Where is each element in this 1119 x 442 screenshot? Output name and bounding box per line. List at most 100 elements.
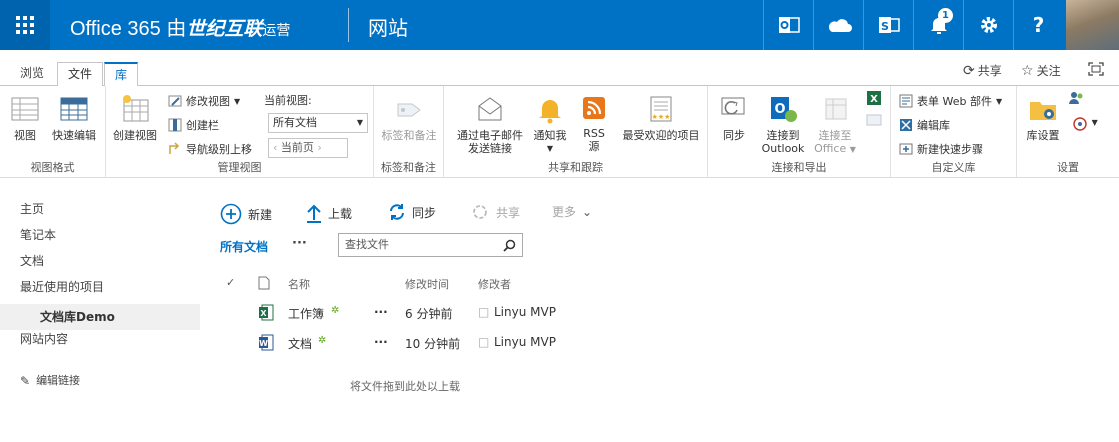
more-command[interactable]: 更多 ⌄ [552,203,592,220]
quick-edit-icon [60,97,88,121]
presence-indicator-icon: □ [478,305,490,319]
rss-label-1: RSS [583,127,605,140]
star-icon: ☆ [1021,62,1034,79]
new-quick-step-button[interactable]: 新建快速步骤 [899,141,983,157]
notification-count-badge: 1 [938,8,953,23]
chevron-down-icon: ⌄ [582,204,593,219]
search-input[interactable]: 查找文件 [338,233,523,257]
help-button[interactable]: ? [1013,0,1063,50]
search-icon[interactable] [503,239,516,252]
tab-library[interactable]: 库 [104,62,139,87]
new-command[interactable]: 新建 [220,203,272,225]
view-button[interactable]: 视图 [6,94,44,142]
connect-outlook-button[interactable]: O 连接到 Outlook [758,94,808,155]
drop-zone-hint: 将文件拖到此处以上载 [350,380,460,393]
word-file-icon: W [258,334,274,354]
nav-item-site-contents[interactable]: 网站内容 [20,330,200,356]
sync-command[interactable]: 同步 [388,203,436,221]
group-tags-notes: 标签和备注 标签和备注 [374,86,444,178]
nav-item-doclib-demo[interactable]: 文档库Demo [0,304,200,330]
connect-office-button[interactable]: 连接至 Office ▼ [812,94,858,156]
create-view-button[interactable]: 创建视图 [110,94,160,142]
modify-view-label: 修改视图 [186,95,230,108]
pager-next-icon[interactable]: › [317,141,321,154]
explorer-icon [866,114,882,126]
edit-library-icon [900,119,912,131]
column-header-modified-by[interactable]: 修改者 [478,276,511,292]
waffle-icon [16,16,34,34]
item-ellipsis-button[interactable]: ··· [374,335,388,349]
current-view-label: 当前视图: [264,94,312,107]
create-column-button[interactable]: 创建栏 [168,117,219,133]
current-view-dropdown[interactable]: 所有文档 ▼ [268,113,368,133]
nav-item-notebook[interactable]: 笔记本 [20,226,200,252]
export-excel-button[interactable]: X [864,90,884,109]
nav-item-documents[interactable]: 文档 [20,252,200,278]
edit-library-button[interactable]: 编辑库 [899,117,950,133]
table-row[interactable]: X 工作簿 ✲ ··· 6 分钟前 □ Linyu MVP [220,301,580,325]
workflow-settings-button[interactable]: ▼ [1067,116,1103,135]
sharepoint-app-button[interactable]: S [863,0,913,50]
quick-edit-label: 快速编辑 [52,129,96,142]
excel-icon: X [867,91,881,105]
column-header-name[interactable]: 名称 [288,276,310,292]
edit-links-button[interactable]: ✎ 编辑链接 [20,368,200,394]
brand-partner-text: 世纪互联 [186,19,263,40]
share-page-button[interactable]: ⟳ 共享 [963,62,1002,79]
tab-files[interactable]: 文件 [57,62,104,86]
modified-by-link[interactable]: Linyu MVP [494,305,556,319]
form-web-parts-button[interactable]: 表单 Web 部件 ▼ [899,93,1002,109]
share-refresh-icon: ⟳ [963,62,975,79]
user-avatar[interactable] [1066,0,1119,50]
upload-command[interactable]: 上载 [306,203,352,223]
settings-button[interactable] [963,0,1013,50]
focus-content-button[interactable] [1088,62,1104,76]
outlook-icon [778,17,800,33]
column-header-modified[interactable]: 修改时间 [405,276,449,292]
email-link-button[interactable]: 通过电子邮件 发送链接 [450,94,530,155]
follow-button[interactable]: ☆ 关注 [1021,62,1061,79]
shared-with-button[interactable] [1067,90,1087,109]
edit-links-label: 编辑链接 [36,374,81,387]
outlook-app-button[interactable] [763,0,813,50]
rss-feed-button[interactable]: RSS 源 [576,94,612,153]
table-row[interactable]: W 文档 ✲ ··· 10 分钟前 □ Linyu MVP [220,331,580,355]
chevron-down-icon: ▼ [995,96,1003,106]
navigate-up-button[interactable]: 导航级别上移 [168,141,252,157]
group-customize-library: 表单 Web 部件 ▼ 编辑库 新建快速步骤 自定义库 [891,86,1017,178]
select-all-checkmark-icon[interactable]: ✓ [226,276,235,289]
email-link-label-2: 发送链接 [468,142,512,155]
most-popular-button[interactable]: ★★★ 最受欢迎的项目 [616,94,706,142]
share-command[interactable]: 共享 [470,203,520,221]
alert-me-label: 通知我 [533,129,567,142]
tab-browse[interactable]: 浏览 [10,62,54,86]
group-customize-library-label: 自定义库 [931,161,976,174]
outlook-connect-icon: O [771,97,797,122]
library-settings-button[interactable]: 库设置 [1021,94,1065,142]
file-name-link[interactable]: 工作簿 [288,305,324,322]
quick-edit-button[interactable]: 快速编辑 [48,94,100,142]
app-launcher-button[interactable] [0,0,50,50]
pager-prev-icon[interactable]: ‹ [273,141,277,154]
sync-ribbon-button[interactable]: 同步 [716,94,752,142]
current-page-label: 当前页 [280,141,314,154]
notifications-button[interactable] [913,0,963,50]
tags-notes-button[interactable]: 标签和备注 [378,94,440,142]
group-manage-views-label: 管理视图 [217,161,262,174]
sync-ribbon-label: 同步 [723,129,745,142]
brand-tail-text: 运营 [262,22,291,38]
item-ellipsis-button[interactable]: ··· [374,305,388,319]
view-all-documents[interactable]: 所有文档 [220,238,268,255]
modified-by-link[interactable]: Linyu MVP [494,335,556,349]
brand-logo[interactable]: Office 365 由世纪互联运营 [70,12,290,41]
modify-view-button[interactable]: 修改视图 ▼ [168,93,240,109]
view-more-options[interactable]: ··· [292,236,307,251]
create-column-icon [168,118,182,132]
nav-item-recent[interactable]: 最近使用的项目 [20,278,200,304]
nav-item-home[interactable]: 主页 [20,200,200,226]
onedrive-app-button[interactable] [813,0,863,50]
alert-me-button[interactable]: 通知我 ▼ [530,94,570,155]
file-name-link[interactable]: 文档 [288,335,312,352]
open-with-explorer-button[interactable] [864,112,884,131]
site-title[interactable]: 网站 [368,12,408,41]
